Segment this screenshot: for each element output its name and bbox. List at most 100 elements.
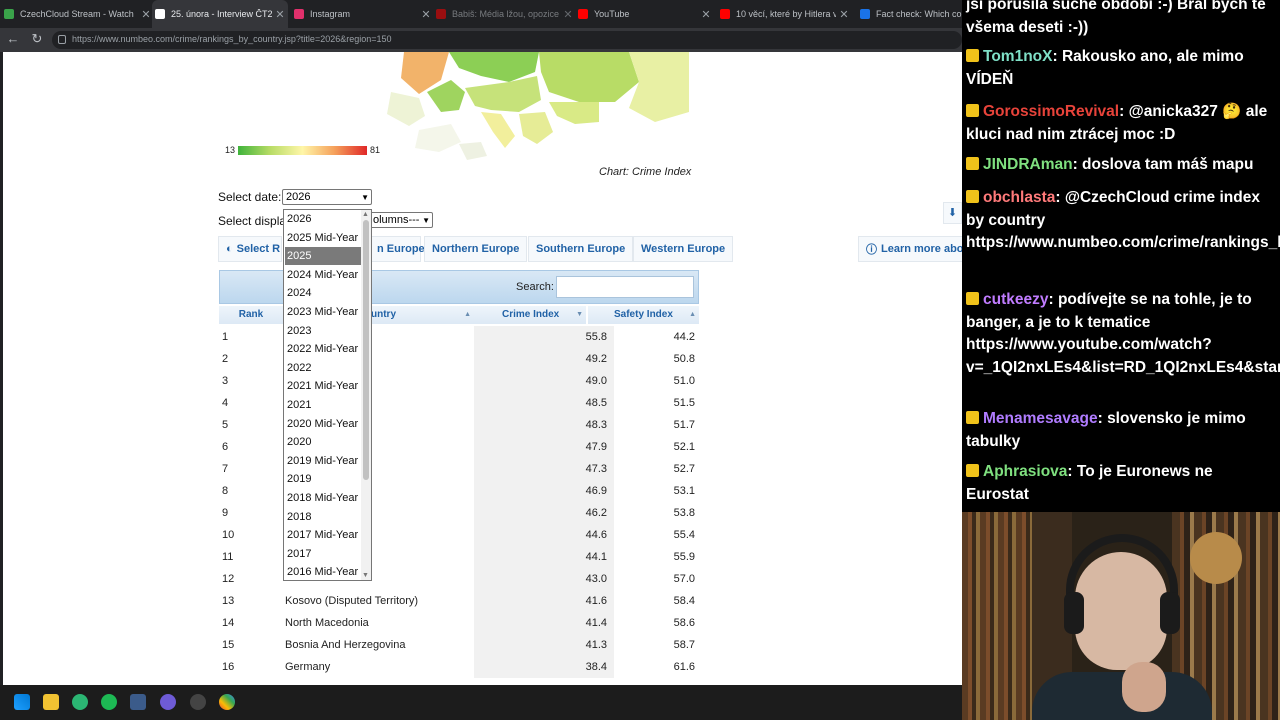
date-option[interactable]: 2021 <box>285 396 361 414</box>
headphone-earcup-right <box>1160 592 1180 634</box>
crime-index-map[interactable]: 13 81 <box>219 52 689 162</box>
rank-cell: 9 <box>222 507 229 519</box>
select-display-label: Select displa <box>218 214 287 228</box>
chat-username[interactable]: Menamesavage <box>983 410 1098 427</box>
date-option[interactable]: 2025 Mid-Year <box>285 229 361 247</box>
date-option[interactable]: 2019 Mid-Year <box>285 452 361 470</box>
date-option[interactable]: 2024 <box>285 284 361 302</box>
tab-interview-ct24[interactable]: 25. února - Interview ČT24 | Č ✕ <box>152 0 288 28</box>
scroll-down-icon[interactable]: ▼ <box>362 572 369 579</box>
chat-username[interactable]: Aphrasiova <box>983 463 1067 480</box>
eastern-europe-button[interactable]: n Europe <box>369 236 425 262</box>
date-option[interactable]: 2017 <box>285 545 361 563</box>
columns-select[interactable]: olumns--- ▼ <box>369 212 433 228</box>
date-option[interactable]: 2017 Mid-Year <box>285 526 361 544</box>
date-option[interactable]: 2023 <box>285 322 361 340</box>
chrome-icon[interactable] <box>219 694 235 710</box>
chat-message: Tom1noX: Rakousko ano, ale mimo VÍDEŇ <box>966 46 1274 91</box>
back-arrow-icon[interactable]: ← <box>4 31 22 46</box>
browser-tab-bar: CzechCloud Stream - Watch ✕ 25. února - … <box>0 0 962 28</box>
steam-icon[interactable] <box>130 694 146 710</box>
close-tab-icon[interactable]: ✕ <box>836 8 852 21</box>
country-cell[interactable]: North Macedonia <box>285 617 369 629</box>
western-europe-button[interactable]: Western Europe <box>633 236 734 262</box>
rank-cell: 14 <box>222 617 235 629</box>
rank-cell: 8 <box>222 485 229 497</box>
chat-username[interactable]: cutkeezy <box>983 291 1048 308</box>
date-select[interactable]: 2026 ▼ <box>282 189 372 205</box>
date-option[interactable]: 2026 <box>285 210 361 228</box>
date-option[interactable]: 2018 Mid-Year <box>285 489 361 507</box>
legend-min-label: 13 <box>225 145 236 155</box>
edge-browser-icon[interactable] <box>72 694 88 710</box>
date-option[interactable]: 2021 Mid-Year <box>285 377 361 395</box>
chat-username[interactable]: obchlasta <box>983 189 1055 206</box>
date-option[interactable]: 2025 <box>285 247 361 266</box>
dropdown-scrollbar[interactable]: ▲ ▼ <box>361 210 371 580</box>
web-page: 13 81 Chart: Crime Index Select date: 20… <box>3 52 962 685</box>
date-option[interactable]: 2024 Mid-Year <box>285 266 361 284</box>
tab-instagram[interactable]: Instagram ✕ <box>294 0 434 28</box>
crime-index-column-header[interactable]: Crime Index ▼ <box>474 306 586 324</box>
file-explorer-icon[interactable] <box>43 694 59 710</box>
chat-colon: : <box>1067 463 1077 480</box>
date-option[interactable]: 2016 Mid-Year <box>285 563 361 580</box>
site-info-icon[interactable] <box>58 35 66 44</box>
chat-message: Menamesavage: slovensko je mimo tabulky <box>966 408 1274 453</box>
date-dropdown-list[interactable]: 2026 2025 Mid-Year 2025 2024 Mid-Year 2024 20… <box>283 209 372 581</box>
date-option[interactable]: 2022 <box>285 359 361 377</box>
country-cell[interactable]: Kosovo (Disputed Territory) <box>285 595 418 607</box>
subscriber-badge-icon <box>966 104 979 117</box>
date-option[interactable]: 2022 Mid-Year <box>285 340 361 358</box>
chat-colon: : <box>1097 410 1108 427</box>
select-region-button[interactable]: ◐ Select R <box>218 236 282 262</box>
safety-index-cell: 51.5 <box>673 397 695 409</box>
learn-more-button[interactable]: ⓘ Learn more abo <box>858 236 962 262</box>
headphone-earcup-left <box>1064 592 1084 634</box>
date-option[interactable]: 2020 Mid-Year <box>285 415 361 433</box>
country-cell[interactable]: Bosnia And Herzegovina <box>285 639 405 651</box>
tab-youtube[interactable]: YouTube ✕ <box>578 0 714 28</box>
download-icon[interactable]: ⬇ <box>943 202 962 224</box>
northern-europe-button[interactable]: Northern Europe <box>424 236 528 262</box>
tab-fact-check[interactable]: Fact check: Which countr <box>860 0 962 28</box>
rank-column-header[interactable]: Rank <box>219 306 283 324</box>
ct24-favicon-icon <box>155 9 165 19</box>
reload-icon[interactable]: ↻ <box>28 31 46 47</box>
safety-index-column-header[interactable]: Safety Index ▲ <box>588 306 699 324</box>
southern-europe-button[interactable]: Southern Europe <box>528 236 634 262</box>
scroll-up-icon[interactable]: ▲ <box>362 211 369 218</box>
spotify-icon[interactable] <box>101 694 117 710</box>
date-option[interactable]: 2023 Mid-Year <box>285 303 361 321</box>
safety-index-cell: 44.2 <box>673 331 695 343</box>
discord-icon[interactable] <box>160 694 176 710</box>
tab-czechcloud[interactable]: CzechCloud Stream - Watch ✕ <box>4 0 154 28</box>
close-tab-icon[interactable]: ✕ <box>560 8 576 21</box>
crime-index-cell: 49.0 <box>474 370 614 392</box>
close-tab-icon[interactable]: ✕ <box>418 8 434 21</box>
url-field[interactable]: https://www.numbeo.com/crime/rankings_by… <box>52 31 962 49</box>
scrollbar-thumb[interactable] <box>363 220 369 480</box>
tab-babis[interactable]: Babiš: Média lžou, opozice h ✕ <box>436 0 576 28</box>
youtube-favicon-icon <box>578 9 588 19</box>
obs-icon[interactable] <box>190 694 206 710</box>
country-cell[interactable]: Germany <box>285 661 330 673</box>
chat-username[interactable]: GorossimoRevival <box>983 103 1119 120</box>
chat-message: jsi porušila suché období :-) Bral bych … <box>966 0 1274 39</box>
date-option[interactable]: 2019 <box>285 470 361 488</box>
close-tab-icon[interactable]: ✕ <box>272 8 288 21</box>
rank-cell: 7 <box>222 463 229 475</box>
date-option[interactable]: 2020 <box>285 433 361 451</box>
close-tab-icon[interactable]: ✕ <box>698 8 714 21</box>
subscriber-badge-icon <box>966 411 979 424</box>
tab-hitler-video[interactable]: 10 věcí, které by Hitlera v roc ✕ <box>720 0 852 28</box>
date-option[interactable]: 2018 <box>285 508 361 526</box>
windows-start-icon[interactable] <box>14 694 30 710</box>
chat-username[interactable]: Tom1noX <box>983 48 1052 65</box>
instagram-favicon-icon <box>294 9 304 19</box>
chat-username[interactable]: JINDRAman <box>983 156 1073 173</box>
subscriber-badge-icon <box>966 190 979 203</box>
youtube-favicon-icon <box>436 9 446 19</box>
crime-index-cell: 38.4 <box>474 656 614 678</box>
search-input[interactable] <box>556 276 694 298</box>
